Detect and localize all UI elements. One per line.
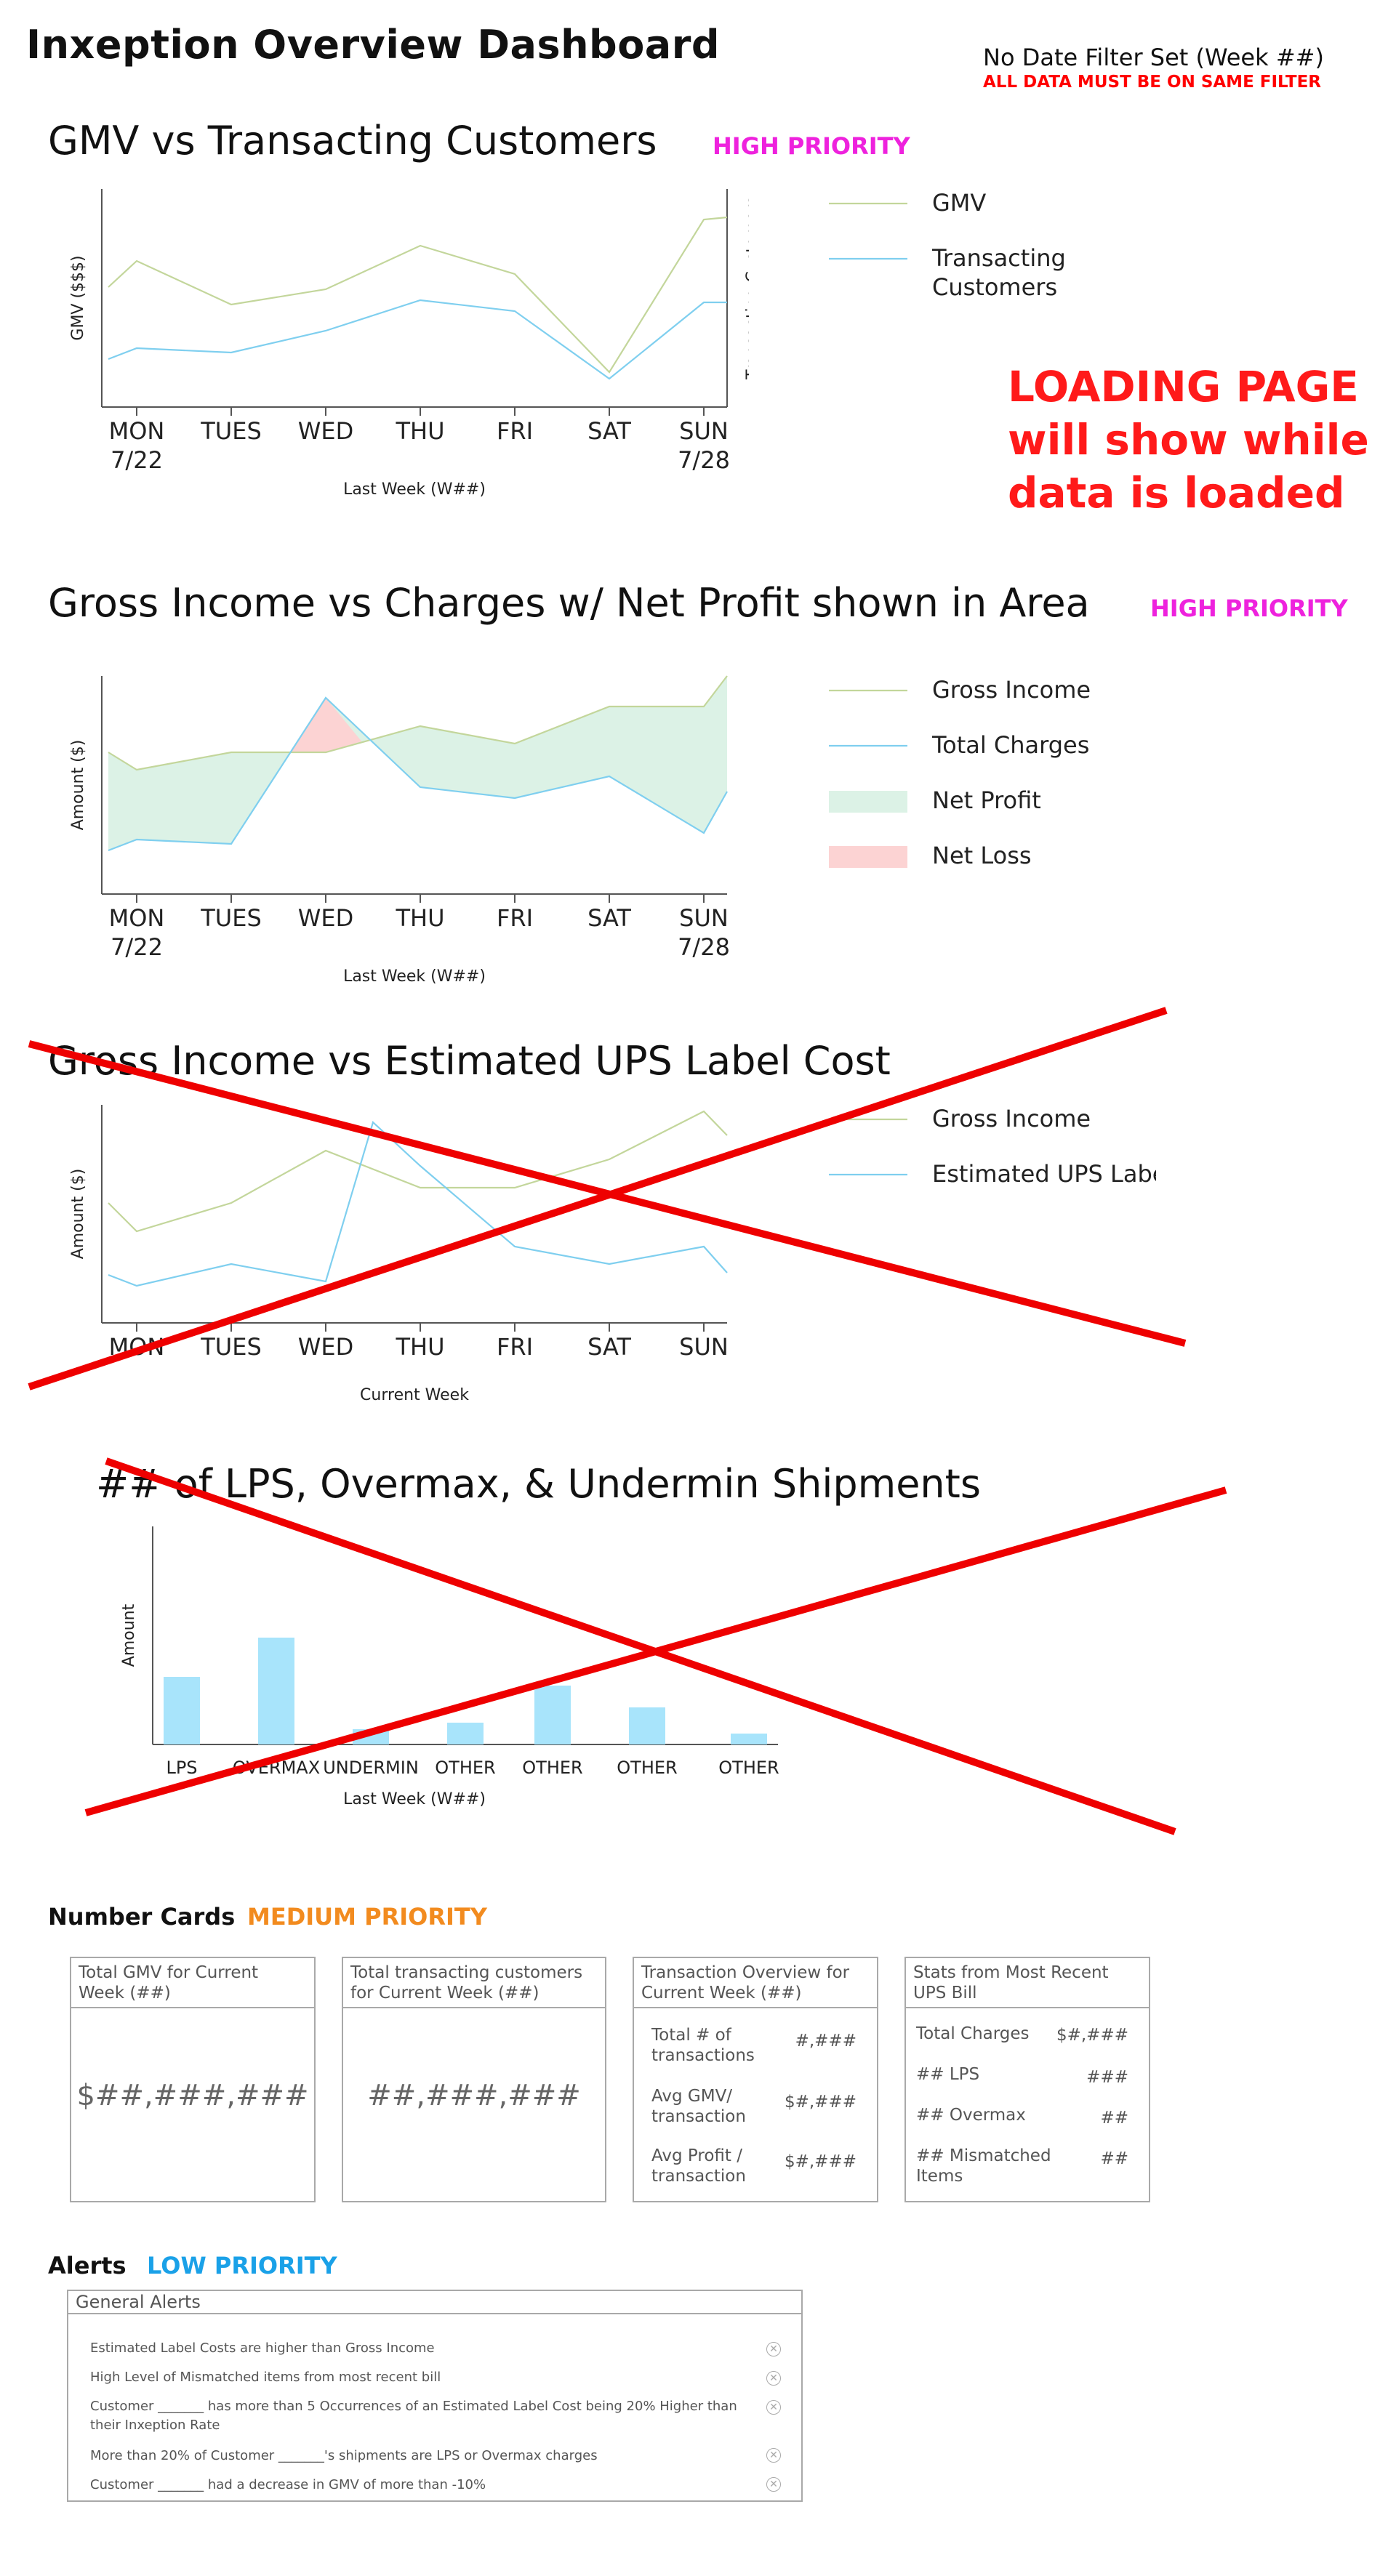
stat-label: Avg GMV/ transaction (651, 2087, 746, 2126)
stat-value: ## (1100, 2109, 1128, 2128)
stat-label: Avg Profit / transaction (651, 2146, 746, 2186)
dismiss-alert-icon[interactable]: ✕ (766, 2477, 781, 2492)
transaction-overview-card: Transaction Overview for Current Week (#… (633, 1957, 878, 2202)
stat-value: ### (1086, 2068, 1128, 2087)
cross-out-overlay (28, 1007, 1227, 1835)
dismiss-alert-icon[interactable]: ✕ (766, 2342, 781, 2356)
general-alerts-panel: General Alerts Estimated Label Costs are… (67, 2290, 803, 2502)
transacting-customers-card: Total transacting customers for Current … (342, 1957, 606, 2202)
alert-item: Customer _______ has more than 5 Occurre… (90, 2399, 737, 2433)
alert-item: High Level of Mismatched items from most… (90, 2370, 441, 2385)
stat-value: $#,### (784, 2152, 857, 2171)
alert-item: Estimated Label Costs are higher than Gr… (90, 2340, 435, 2356)
stat-label: ## Overmax (916, 2106, 1026, 2125)
stat-label: Total Charges (916, 2024, 1030, 2043)
number-cards-priority: MEDIUM PRIORITY (247, 1903, 487, 1931)
card-value: ##,###,### (367, 2079, 581, 2112)
card-title: Total transacting customers for Current … (343, 1958, 605, 2008)
stat-value: $#,### (1056, 2026, 1128, 2045)
stat-value: $#,### (784, 2093, 857, 2112)
dismiss-alert-icon[interactable]: ✕ (766, 2371, 781, 2386)
alert-item: More than 20% of Customer _______'s ship… (90, 2448, 598, 2463)
cross-out-line (28, 1007, 1168, 1390)
ups-bill-stats-card: Stats from Most Recent UPS Bill Total Ch… (904, 1957, 1150, 2202)
card-title: Stats from Most Recent UPS Bill (906, 1958, 1149, 2008)
card-title: Transaction Overview for Current Week (#… (634, 1958, 877, 2008)
stat-label: ## LPS (916, 2065, 980, 2084)
stat-label: ## Mismatched Items (916, 2146, 1051, 2186)
alerts-priority: LOW PRIORITY (147, 2252, 337, 2279)
alerts-title: Alerts (48, 2252, 127, 2279)
general-alerts-title: General Alerts (68, 2291, 801, 2314)
card-value: $##,###,### (76, 2079, 309, 2112)
dismiss-alert-icon[interactable]: ✕ (766, 2400, 781, 2415)
cross-out-line (105, 1457, 1176, 1835)
number-cards-title: Number Cards (48, 1903, 236, 1931)
card-title: Total GMV for Current Week (##) (71, 1958, 314, 2008)
stat-label: Total # of transactions (651, 2026, 755, 2065)
cross-out-line (84, 1486, 1227, 1816)
dismiss-alert-icon[interactable]: ✕ (766, 2448, 781, 2463)
total-gmv-card: Total GMV for Current Week (##) $##,###,… (70, 1957, 316, 2202)
stat-value: ## (1100, 2149, 1128, 2168)
alert-item: Customer _______ had a decrease in GMV o… (90, 2477, 486, 2492)
stat-value: #,### (795, 2032, 857, 2050)
